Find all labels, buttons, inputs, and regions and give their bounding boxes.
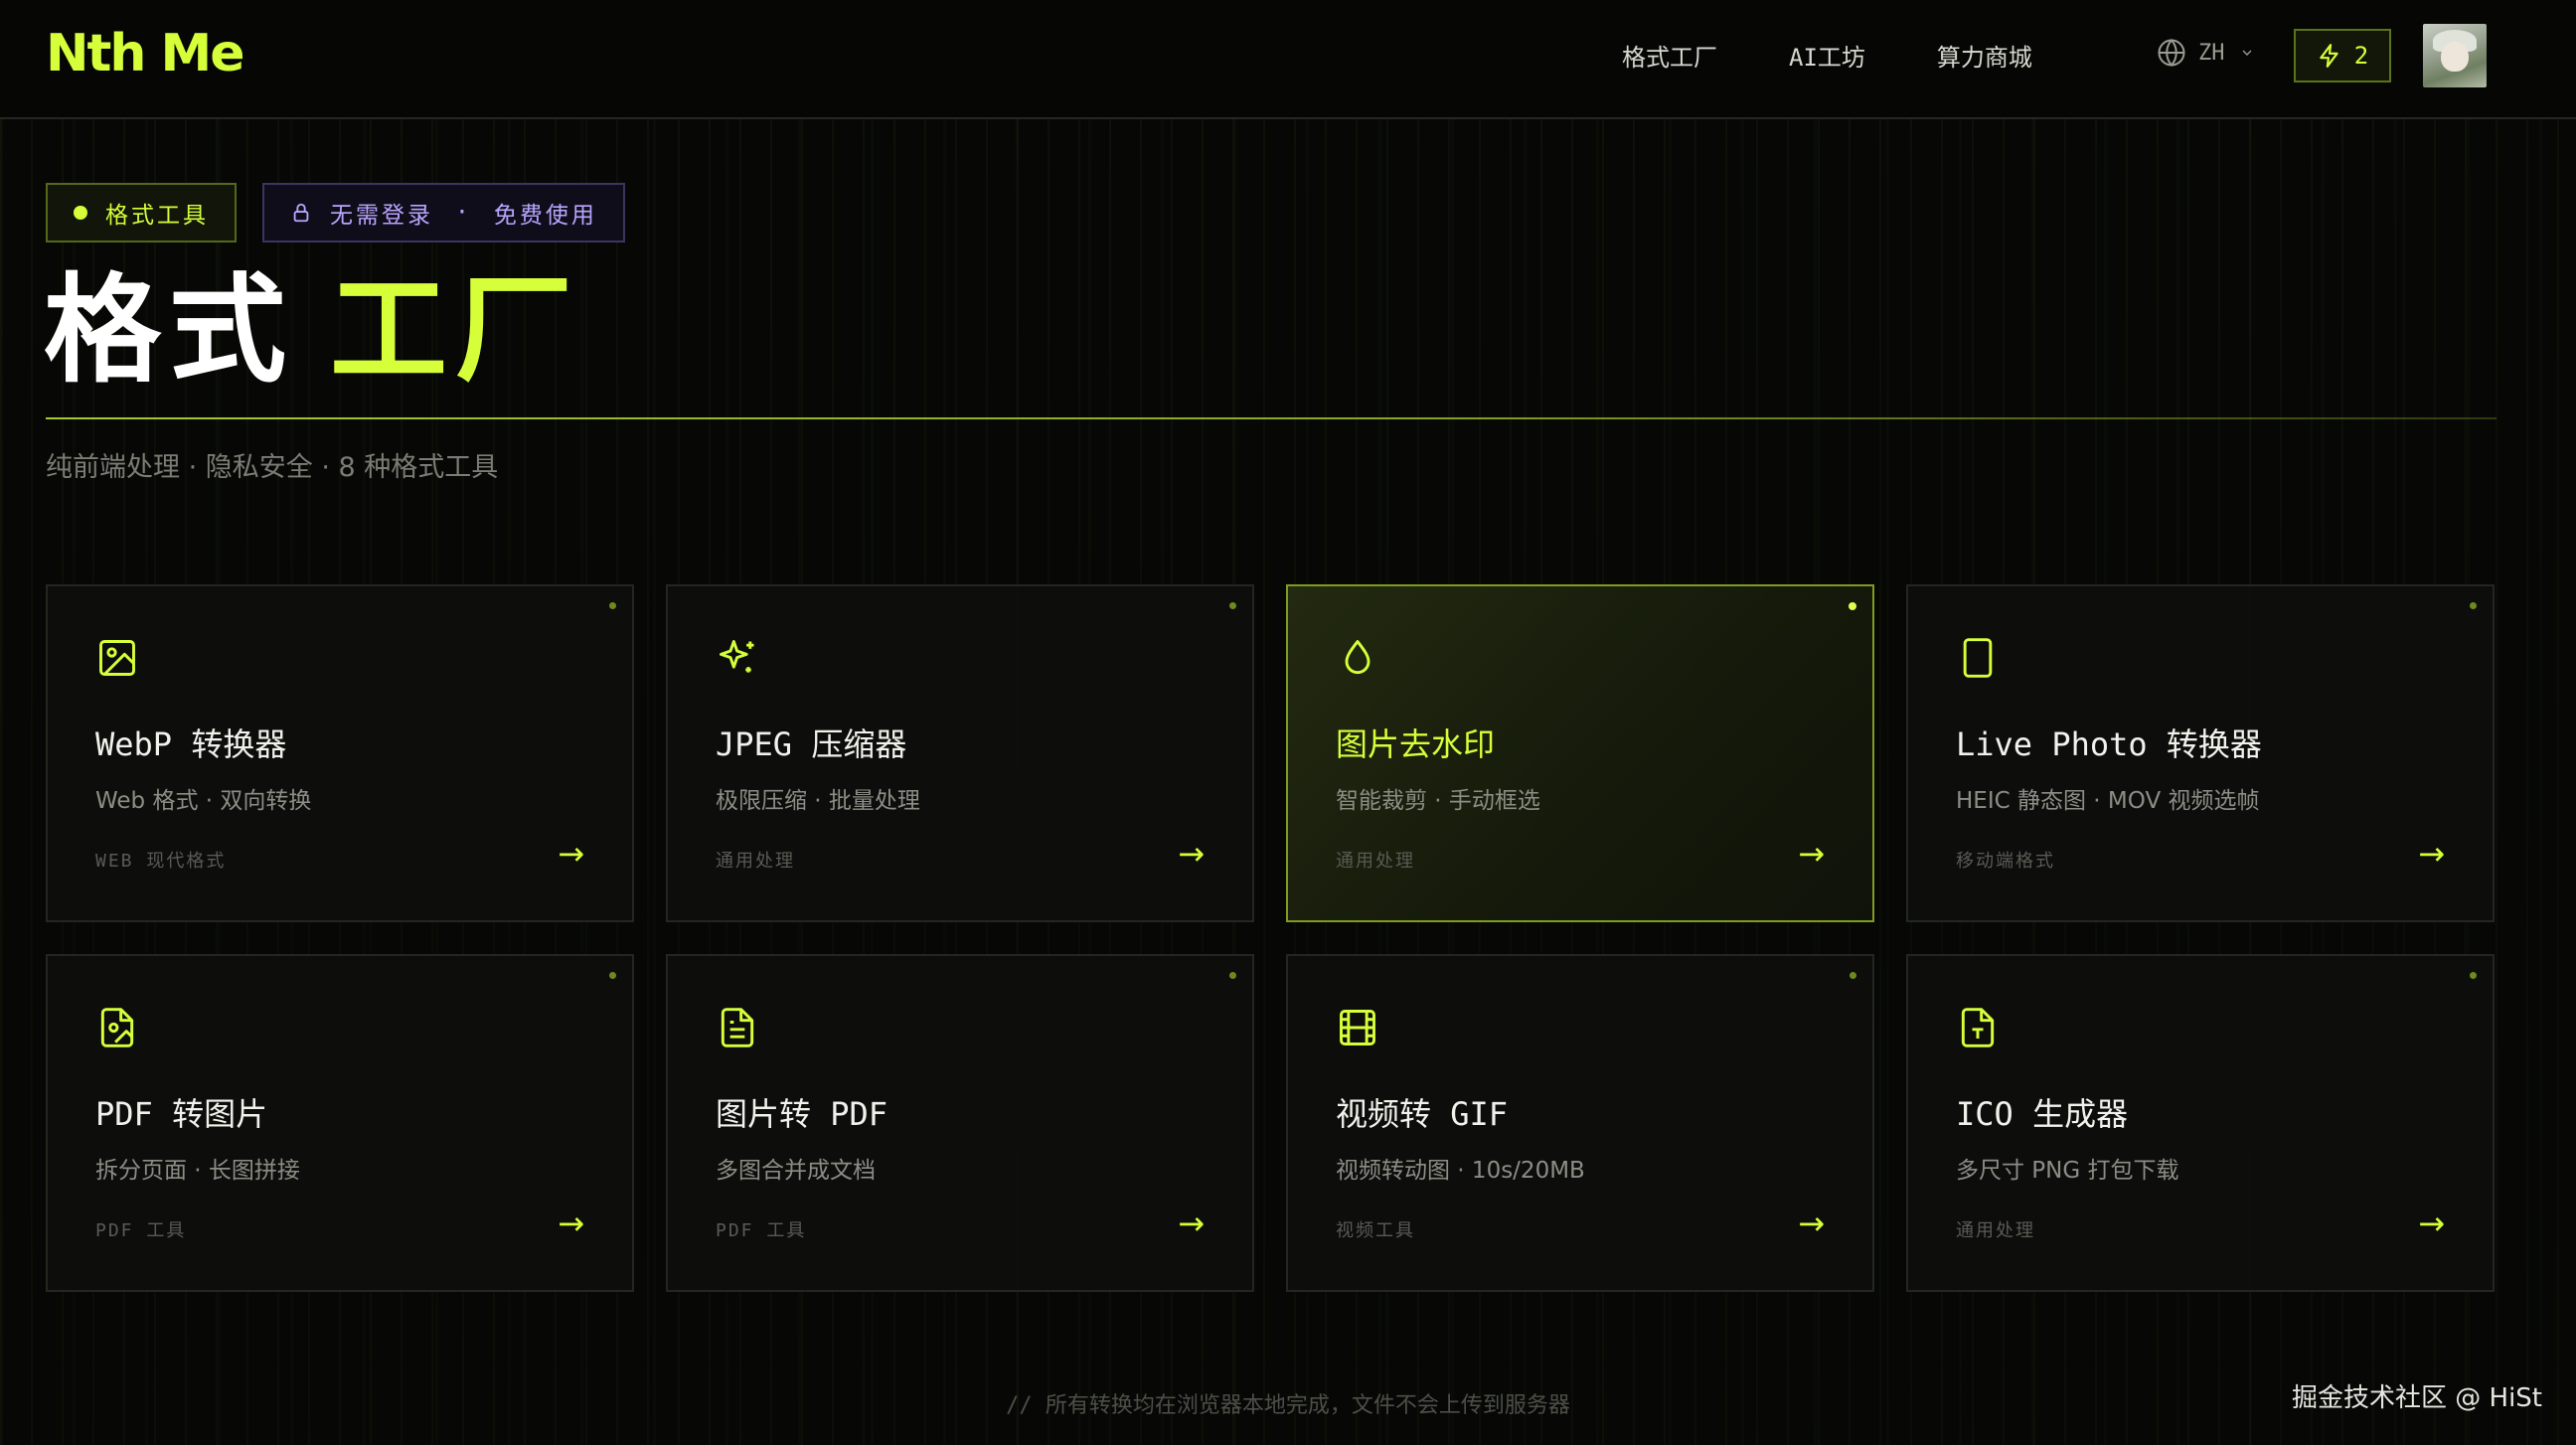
sparkles-icon bbox=[720, 640, 754, 673]
top-header: Nth Me 格式工厂 AI工坊 算力商城 ZH 2 bbox=[0, 0, 2576, 119]
arrow-right-icon: → bbox=[2418, 835, 2445, 873]
tool-card-video-to-gif[interactable]: 视频转 GIF 视频转动图 · 10s/20MB 视频工具 → bbox=[1286, 954, 1874, 1292]
arrow-right-icon: → bbox=[558, 1204, 584, 1242]
card-tag: 通用处理 bbox=[1956, 1220, 2035, 1241]
page-title-accent: 工厂 bbox=[330, 261, 581, 399]
card-dot-icon bbox=[609, 972, 616, 979]
site-logo[interactable]: Nth Me bbox=[46, 24, 245, 83]
card-title: 视频转 GIF bbox=[1336, 1095, 1509, 1133]
file-image-icon bbox=[100, 1008, 134, 1047]
credits-button[interactable]: 2 bbox=[2294, 29, 2391, 82]
card-title: WebP 转换器 bbox=[95, 725, 287, 763]
lock-icon bbox=[293, 203, 309, 223]
page-title: 格式 工厂 bbox=[44, 260, 580, 400]
card-title: JPEG 压缩器 bbox=[716, 725, 907, 763]
tool-card-pdf-to-image[interactable]: PDF 转图片 拆分页面 · 长图拼接 PDF 工具 → bbox=[46, 954, 634, 1292]
card-dot-icon bbox=[609, 602, 616, 609]
no-login-label: 无需登录 bbox=[330, 203, 433, 229]
lightning-icon bbox=[2320, 44, 2338, 68]
card-description: 拆分页面 · 长图拼接 bbox=[95, 1158, 300, 1184]
format-tools-badge: 格式工具 bbox=[46, 183, 237, 242]
tool-card-ico-generator[interactable]: ICO 生成器 多尺寸 PNG 打包下载 通用处理 → bbox=[1906, 954, 2495, 1292]
card-description: 极限压缩 · 批量处理 bbox=[716, 788, 920, 814]
tool-card-watermark-remover[interactable]: 图片去水印 智能裁剪 · 手动框选 通用处理 → bbox=[1286, 584, 1874, 922]
card-tag: 通用处理 bbox=[1336, 851, 1415, 872]
user-avatar[interactable] bbox=[2423, 24, 2487, 87]
arrow-right-icon: → bbox=[1178, 1204, 1205, 1242]
card-dot-icon bbox=[2470, 972, 2477, 979]
nav-item-format-factory[interactable]: 格式工厂 bbox=[1622, 38, 1717, 73]
free-badge: 无需登录 · 免费使用 bbox=[262, 183, 625, 242]
card-title: 图片去水印 bbox=[1336, 725, 1496, 763]
arrow-right-icon: → bbox=[1798, 1204, 1825, 1242]
card-title: Live Photo 转换器 bbox=[1956, 725, 2262, 763]
tool-card-image-to-pdf[interactable]: 图片转 PDF 多图合并成文档 PDF 工具 → bbox=[666, 954, 1254, 1292]
main-nav: 格式工厂 AI工坊 算力商城 bbox=[1622, 38, 2104, 73]
format-tools-label: 格式工具 bbox=[105, 203, 209, 229]
file-type-icon bbox=[1961, 1008, 1995, 1047]
card-title: PDF 转图片 bbox=[95, 1095, 268, 1133]
film-icon bbox=[1340, 1010, 1375, 1045]
credits-count: 2 bbox=[2353, 42, 2369, 70]
card-title: 图片转 PDF bbox=[716, 1095, 888, 1133]
card-dot-icon bbox=[1229, 972, 1236, 979]
arrow-right-icon: → bbox=[558, 835, 584, 873]
phone-icon bbox=[1963, 638, 1993, 678]
droplet-icon bbox=[1345, 640, 1370, 675]
status-dot-icon bbox=[74, 206, 87, 220]
card-tag: 移动端格式 bbox=[1956, 851, 2055, 872]
tool-card-live-photo[interactable]: Live Photo 转换器 HEIC 静态图 · MOV 视频选帧 移动端格式… bbox=[1906, 584, 2495, 922]
badge-separator: · bbox=[455, 200, 472, 226]
tool-card-jpeg[interactable]: JPEG 压缩器 极限压缩 · 批量处理 通用处理 → bbox=[666, 584, 1254, 922]
title-divider bbox=[46, 417, 2496, 419]
card-description: 视频转动图 · 10s/20MB bbox=[1336, 1158, 1585, 1184]
footer-note: // 所有转换均在浏览器本地完成，文件不会上传到服务器 bbox=[1006, 1393, 1570, 1418]
card-tag: 通用处理 bbox=[716, 851, 795, 872]
nav-item-ai-workshop[interactable]: AI工坊 bbox=[1789, 38, 1865, 73]
card-tag: PDF 工具 bbox=[95, 1220, 187, 1241]
card-dot-icon bbox=[2470, 602, 2477, 609]
card-dot-icon bbox=[1850, 972, 1856, 979]
arrow-right-icon: → bbox=[1798, 835, 1825, 873]
chevron-down-icon bbox=[2242, 50, 2251, 56]
card-tag: PDF 工具 bbox=[716, 1220, 807, 1241]
page-title-main: 格式 bbox=[44, 261, 295, 399]
arrow-right-icon: → bbox=[1178, 835, 1205, 873]
card-description: 智能裁剪 · 手动框选 bbox=[1336, 788, 1540, 814]
card-dot-icon bbox=[1849, 602, 1856, 610]
card-description: HEIC 静态图 · MOV 视频选帧 bbox=[1956, 788, 2260, 814]
globe-icon bbox=[2158, 38, 2185, 68]
language-selector[interactable]: ZH bbox=[2157, 38, 2267, 68]
site-watermark: 掘金技术社区 @ HiSt bbox=[2291, 1383, 2542, 1413]
free-use-label: 免费使用 bbox=[493, 203, 597, 229]
card-description: 多尺寸 PNG 打包下载 bbox=[1956, 1158, 2179, 1184]
card-description: 多图合并成文档 bbox=[716, 1158, 876, 1184]
card-description: Web 格式 · 双向转换 bbox=[95, 788, 312, 814]
card-tag: 视频工具 bbox=[1336, 1220, 1415, 1241]
hero-badges: 格式工具 无需登录 · 免费使用 bbox=[46, 183, 625, 242]
nav-item-compute-store[interactable]: 算力商城 bbox=[1937, 38, 2032, 73]
page-subtitle: 纯前端处理 · 隐私安全 · 8 种格式工具 bbox=[46, 452, 499, 483]
card-title: ICO 生成器 bbox=[1956, 1095, 2129, 1133]
file-text-icon bbox=[721, 1008, 754, 1047]
card-tag: WEB 现代格式 bbox=[95, 851, 227, 872]
tool-card-webp[interactable]: WebP 转换器 Web 格式 · 双向转换 WEB 现代格式 → bbox=[46, 584, 634, 922]
arrow-right-icon: → bbox=[2418, 1204, 2445, 1242]
image-icon bbox=[99, 640, 135, 676]
card-dot-icon bbox=[1229, 602, 1236, 609]
language-label: ZH bbox=[2198, 40, 2225, 66]
